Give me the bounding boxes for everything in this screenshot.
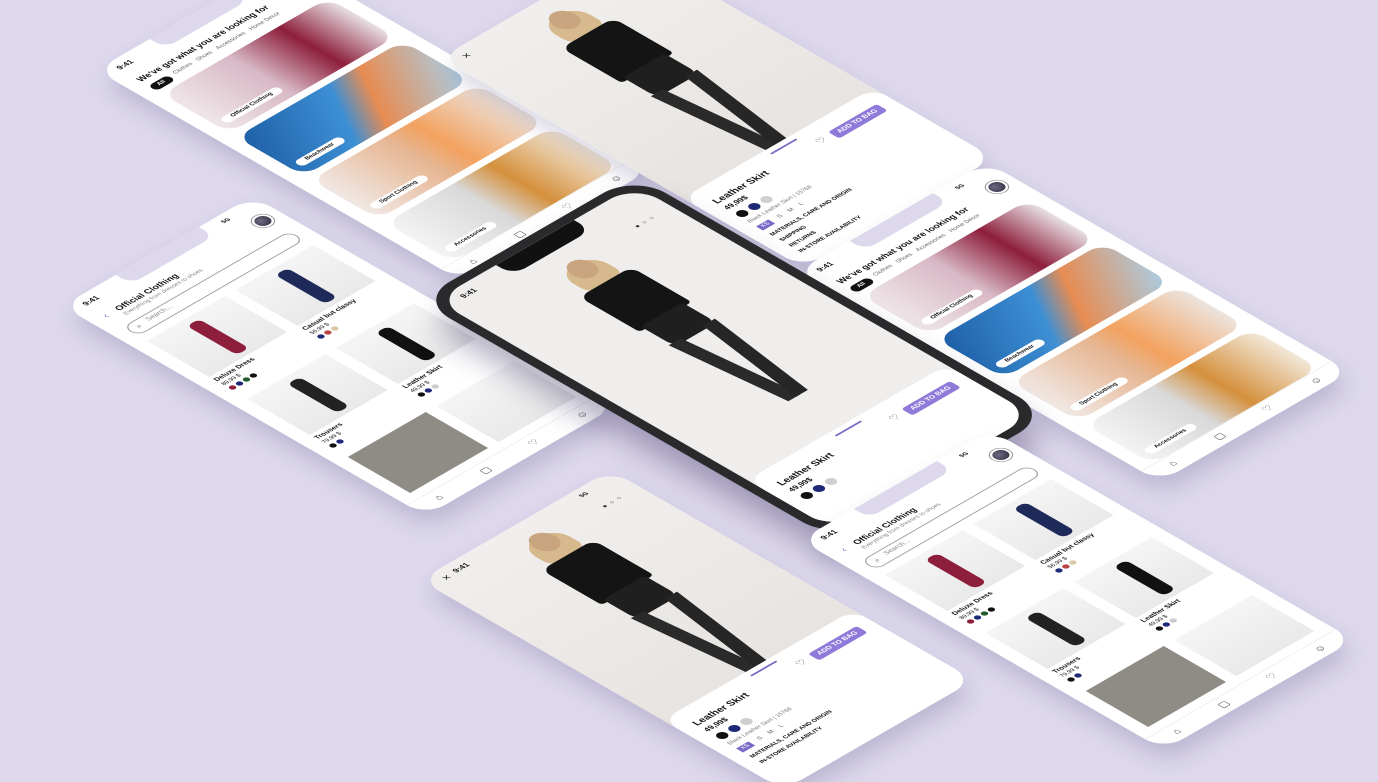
size-s[interactable]: S bbox=[756, 736, 765, 741]
home-icon[interactable]: ⌂ bbox=[432, 493, 447, 502]
close-icon[interactable]: ✕ bbox=[459, 51, 475, 60]
swatch-navy[interactable] bbox=[810, 483, 828, 494]
carousel-dots[interactable]: ● ○ ○ bbox=[633, 215, 658, 229]
status-time: 9:41 bbox=[80, 294, 102, 307]
bag-icon[interactable]: ▢ bbox=[1211, 432, 1229, 442]
search-icon: ⌕ bbox=[871, 556, 883, 564]
size-m[interactable]: M bbox=[766, 729, 776, 734]
search-placeholder: Search... bbox=[144, 304, 175, 322]
swatch-grey[interactable] bbox=[737, 716, 756, 727]
status-signal: 5G bbox=[958, 451, 971, 459]
home-icon[interactable]: ⌂ bbox=[1170, 727, 1185, 736]
bag-icon[interactable]: ▢ bbox=[477, 466, 495, 476]
swatch-black[interactable] bbox=[713, 730, 731, 741]
status-bar: 9:41 5G bbox=[80, 206, 257, 308]
heart-icon[interactable]: ♡ bbox=[526, 438, 543, 448]
back-icon[interactable]: ‹ bbox=[100, 312, 112, 319]
heart-icon[interactable]: ♡ bbox=[1264, 672, 1281, 682]
status-time: 9:41 bbox=[814, 260, 836, 273]
swatch-black[interactable] bbox=[798, 490, 816, 501]
user-icon[interactable]: ☺ bbox=[1311, 644, 1329, 655]
swatch-navy[interactable] bbox=[725, 723, 744, 734]
home-icon[interactable]: ⌂ bbox=[1166, 459, 1181, 468]
back-icon[interactable]: ‹ bbox=[838, 546, 850, 553]
model-figure bbox=[536, 242, 839, 417]
bag-icon[interactable]: ▢ bbox=[1215, 700, 1233, 710]
swatch-navy[interactable] bbox=[745, 201, 764, 212]
status-time: 9:41 bbox=[114, 58, 136, 71]
status-time: 9:41 bbox=[450, 561, 472, 574]
user-icon[interactable]: ☺ bbox=[573, 410, 591, 421]
user-icon[interactable]: ☺ bbox=[607, 174, 625, 185]
swatch-grey[interactable] bbox=[822, 476, 840, 487]
heart-icon[interactable]: ♡ bbox=[1260, 404, 1277, 414]
status-signal: 5G bbox=[954, 183, 967, 191]
size-l[interactable]: L bbox=[798, 202, 806, 207]
search-placeholder: Search... bbox=[882, 538, 913, 556]
status-time: 9:41 bbox=[818, 528, 840, 541]
status-time: 9:41 bbox=[457, 286, 480, 300]
search-icon: ⌕ bbox=[133, 322, 145, 330]
size-s[interactable]: S bbox=[776, 214, 785, 219]
mockup-stage: 9:41 5G We've got what you are looking f… bbox=[0, 0, 1378, 782]
size-m[interactable]: M bbox=[786, 207, 796, 212]
status-signal: 5G bbox=[578, 491, 591, 499]
carousel-dots[interactable]: ● ○ ○ bbox=[600, 495, 625, 509]
swatch-grey[interactable] bbox=[757, 194, 776, 205]
size-l[interactable]: L bbox=[778, 724, 786, 729]
user-icon[interactable]: ☺ bbox=[1307, 376, 1325, 387]
swatch-black[interactable] bbox=[733, 208, 751, 219]
status-signal: 5G bbox=[220, 217, 233, 225]
model-figure bbox=[498, 515, 801, 690]
